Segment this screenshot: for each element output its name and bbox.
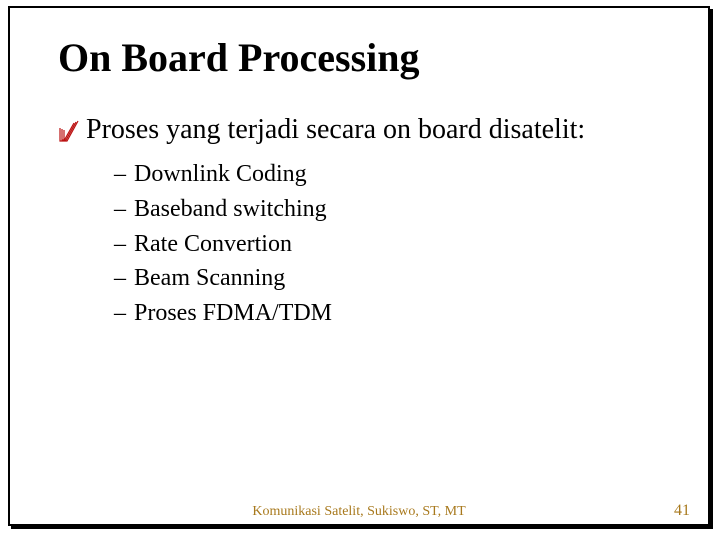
footer-text: Komunikasi Satelit, Sukiswo, ST, MT xyxy=(10,504,708,520)
page-number: 41 xyxy=(674,502,690,520)
list-item-label: Beam Scanning xyxy=(134,265,285,291)
list-item: – Rate Convertion xyxy=(114,227,660,262)
list-item-label: Downlink Coding xyxy=(134,161,307,187)
list-item: – Beam Scanning xyxy=(114,261,660,296)
list-item: – Baseband switching xyxy=(114,192,660,227)
list-item: – Proses FDMA/TDM xyxy=(114,296,660,331)
sub-list: – Downlink Coding – Baseband switching –… xyxy=(114,157,660,331)
lead-bullet: Proses yang terjadi secara on board disa… xyxy=(58,112,660,147)
list-item: – Downlink Coding xyxy=(114,157,660,192)
list-item-label: Baseband switching xyxy=(134,196,327,222)
checkmark-icon xyxy=(58,118,80,142)
lead-text: Proses yang terjadi secara on board disa… xyxy=(86,112,585,147)
slide-title: On Board Processing xyxy=(58,36,660,80)
slide-frame: On Board Processing Proses yang terjadi … xyxy=(8,6,710,526)
slide: On Board Processing Proses yang terjadi … xyxy=(0,0,720,540)
list-item-label: Proses FDMA/TDM xyxy=(134,300,332,326)
list-item-label: Rate Convertion xyxy=(134,231,292,257)
